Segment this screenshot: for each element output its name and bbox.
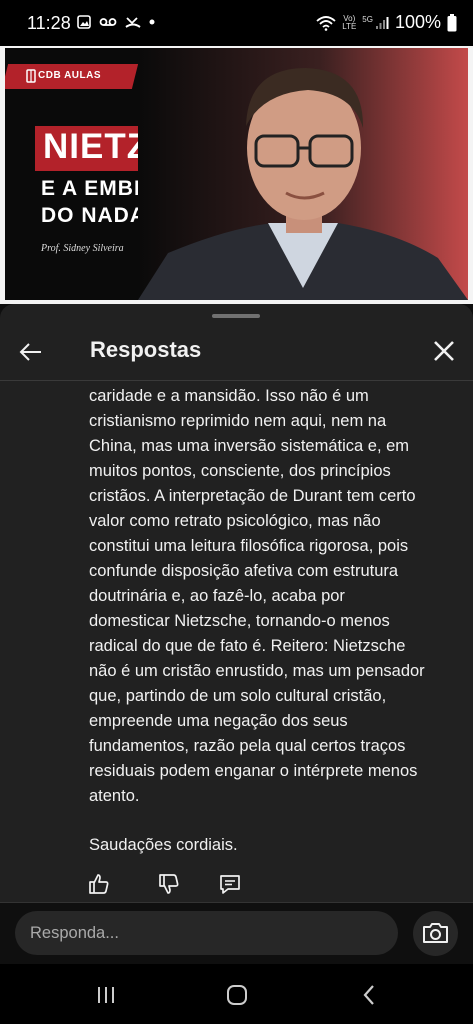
status-bar: 11:28 Vo) LTE 5G 100% [0, 0, 473, 46]
signal-icon [375, 16, 389, 29]
reply-line: valor como retrato psicológico, mas não [89, 512, 381, 530]
battery-text: 100% [394, 12, 441, 32]
wifi-icon [316, 15, 336, 31]
reply-composer: Responda... [0, 902, 473, 965]
reply-line: radical do que de fato é. Reitero: Nietz… [89, 637, 406, 655]
video-player[interactable]: CDB AULAS NIETZSCHE E A EMBRIAGUEZ DO NA… [0, 46, 473, 304]
panel-header: Respostas [0, 324, 473, 381]
reply-line: que, partindo de um solo cultural cristã… [89, 687, 387, 705]
reply-line: fundamentos, razão pela qual certos traç… [89, 737, 406, 755]
network-indicator: 5G [362, 15, 389, 30]
reply-line: empreende uma negação dos seus [89, 712, 348, 730]
reply-line: doutrinária e, ao fazê-lo, acaba por [89, 587, 345, 605]
drag-handle[interactable] [212, 314, 260, 318]
system-nav-bar [0, 964, 473, 1024]
camera-button[interactable] [413, 911, 458, 956]
reply-line: confunde disposição afetiva com estrutur… [89, 562, 399, 580]
reply-line: cristianismo reprimido nem aqui, nem na [89, 412, 387, 430]
volte-indicator: Vo) LTE [342, 13, 357, 31]
missed-call-icon [125, 17, 141, 28]
battery-icon [447, 13, 457, 31]
brand-logo-icon [26, 69, 36, 83]
home-icon[interactable] [224, 982, 250, 1008]
reply-line: caridade e a mansidão. Isso não é um [89, 387, 369, 405]
reply-line: não é um cristão enrustido, mas um pensa… [89, 662, 425, 680]
reply-line: domesticar Nietzsche, tornando-o menos [89, 612, 390, 630]
reply-line: constitui uma leitura filosófica rigoros… [89, 537, 409, 555]
reply-line: residuais podem enganar o intérprete men… [89, 762, 418, 780]
reply-line: muitos pontos, consciente, dos princípio… [89, 462, 391, 480]
gallery-icon [77, 15, 91, 29]
status-time: 11:28 [27, 13, 71, 33]
reply-text: caridade e a mansidão. Isso não é um cri… [89, 384, 449, 809]
close-icon[interactable] [431, 338, 457, 364]
video-author: Prof. Sidney Silveira [41, 243, 124, 254]
voicemail-icon [99, 18, 117, 26]
reply-input[interactable]: Responda... [15, 911, 398, 955]
reply-line: atento. [89, 787, 140, 805]
back-nav-icon[interactable] [357, 982, 383, 1008]
reply-line: China, mas uma inversão sistemática e, e… [89, 437, 410, 455]
like-icon[interactable] [87, 872, 111, 896]
status-right: Vo) LTE 5G 100% [316, 12, 457, 33]
brand-label: CDB AULAS [38, 70, 102, 81]
panel-title: Respostas [90, 337, 202, 362]
camera-icon [423, 923, 448, 943]
notification-dot-icon [149, 19, 155, 25]
reply-comment-icon[interactable] [218, 872, 242, 896]
dislike-icon[interactable] [157, 872, 181, 896]
video-thumbnail: CDB AULAS NIETZSCHE E A EMBRIAGUEZ DO NA… [5, 48, 468, 300]
presenter-image [138, 48, 468, 300]
recent-apps-icon[interactable] [93, 982, 119, 1008]
reply-line: cristãos. A interpretação de Durant tem … [89, 487, 416, 505]
notification-icons [77, 15, 155, 29]
reply-greeting: Saudações cordiais. [89, 836, 238, 854]
back-arrow-icon[interactable] [16, 338, 44, 366]
